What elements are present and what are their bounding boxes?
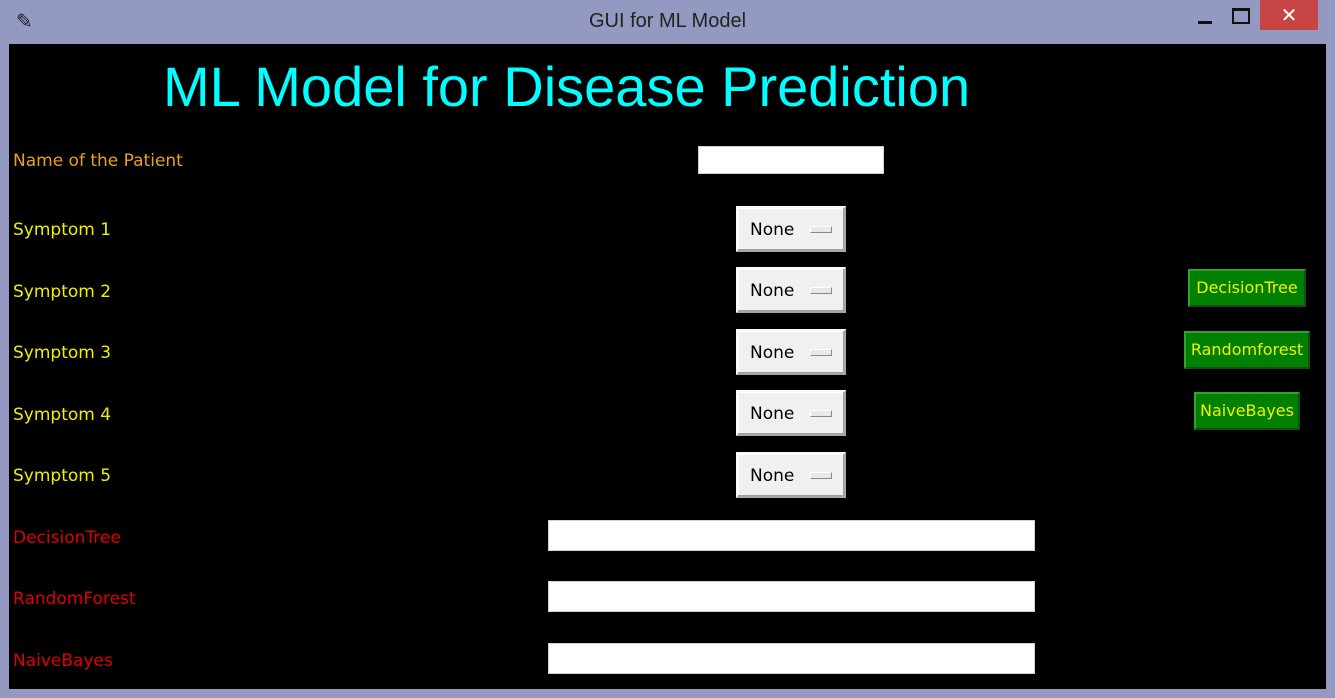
decision-tree-result-label: DecisionTree bbox=[13, 528, 121, 548]
symptom-1-dropdown[interactable]: None bbox=[736, 206, 846, 252]
close-icon: ✕ bbox=[1280, 3, 1298, 27]
symptom-2-label: Symptom 2 bbox=[13, 282, 112, 302]
symptom-1-value: None bbox=[750, 220, 795, 240]
symptom-4-dropdown[interactable]: None bbox=[736, 390, 846, 436]
page-title: ML Model for Disease Prediction bbox=[163, 55, 971, 118]
symptom-1-label: Symptom 1 bbox=[13, 220, 112, 240]
window-title: GUI for ML Model bbox=[588, 10, 747, 32]
symptom-3-label: Symptom 3 bbox=[13, 343, 112, 363]
maximize-button[interactable] bbox=[1228, 6, 1254, 28]
title-bar: ✎ GUI for ML Model ✕ bbox=[0, 0, 1335, 44]
symptom-2-dropdown[interactable]: None bbox=[736, 267, 846, 313]
decision-tree-button[interactable]: DecisionTree bbox=[1188, 269, 1306, 307]
naive-bayes-result-field[interactable] bbox=[548, 643, 1035, 674]
symptom-5-value: None bbox=[750, 466, 795, 486]
close-button[interactable]: ✕ bbox=[1260, 0, 1318, 30]
minimize-button[interactable] bbox=[1190, 8, 1220, 30]
naive-bayes-result-label: NaiveBayes bbox=[13, 651, 113, 671]
symptom-4-value: None bbox=[750, 404, 795, 424]
naive-bayes-button[interactable]: NaiveBayes bbox=[1194, 392, 1300, 430]
dropdown-indicator-icon bbox=[810, 410, 832, 417]
main-window: ML Model for Disease Prediction Name of … bbox=[9, 44, 1326, 689]
patient-name-input[interactable] bbox=[698, 146, 884, 174]
decision-tree-result-field[interactable] bbox=[548, 520, 1035, 551]
random-forest-result-field[interactable] bbox=[548, 581, 1035, 612]
symptom-3-value: None bbox=[750, 343, 795, 363]
symptom-4-label: Symptom 4 bbox=[13, 405, 112, 425]
dropdown-indicator-icon bbox=[810, 226, 832, 233]
dropdown-indicator-icon bbox=[810, 472, 832, 479]
random-forest-result-label: RandomForest bbox=[13, 589, 136, 609]
symptom-5-dropdown[interactable]: None bbox=[736, 452, 846, 498]
symptom-2-value: None bbox=[750, 281, 795, 301]
dropdown-indicator-icon bbox=[810, 287, 832, 294]
random-forest-button[interactable]: Randomforest bbox=[1184, 331, 1310, 369]
symptom-3-dropdown[interactable]: None bbox=[736, 329, 846, 375]
patient-name-label: Name of the Patient bbox=[13, 151, 183, 171]
dropdown-indicator-icon bbox=[810, 349, 832, 356]
symptom-5-label: Symptom 5 bbox=[13, 466, 112, 486]
